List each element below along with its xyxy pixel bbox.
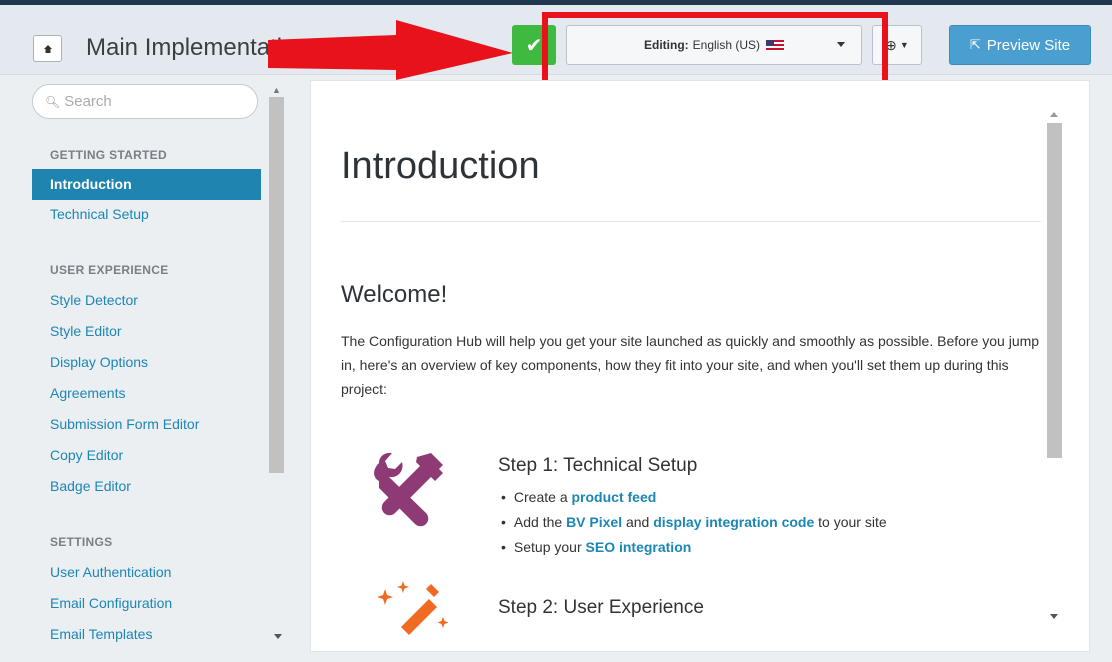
sidebar-item-copy-editor[interactable]: Copy Editor (50, 447, 123, 463)
sidebar-item-introduction[interactable]: Introduction (32, 169, 261, 200)
search-icon: 🔍︎ (45, 94, 61, 109)
preview-site-button[interactable]: ⇱ Preview Site (949, 25, 1091, 65)
title-divider (341, 221, 1041, 222)
bullet-text: Setup your (513, 539, 586, 555)
sidebar-item-technical-setup[interactable]: Technical Setup (50, 206, 149, 222)
bullet-text: Create a (513, 489, 572, 505)
main-content: Introduction Welcome! The Configuration … (310, 80, 1090, 652)
step2-title: Step 2: User Experience (498, 597, 704, 618)
welcome-heading: Welcome! (341, 281, 448, 308)
sidebar-scroll-up[interactable]: ▲ (272, 85, 281, 95)
content-scroll-up[interactable] (1050, 112, 1058, 117)
intro-paragraph: The Configuration Hub will help you get … (341, 333, 1040, 397)
preview-site-label: Preview Site (986, 36, 1071, 54)
display-integration-link[interactable]: display integration code (653, 514, 814, 530)
home-icon (43, 44, 52, 53)
step1-bullet-2: Add the BV Pixel and display integration… (501, 510, 887, 535)
sidebar-item-style-editor[interactable]: Style Editor (50, 323, 122, 339)
home-button[interactable] (33, 35, 62, 62)
chevron-down-icon: ▼ (899, 40, 909, 50)
sidebar-item-submission-form-editor[interactable]: Submission Form Editor (50, 416, 199, 432)
bullet-text: to your site (814, 514, 887, 530)
section-settings: SETTINGS (50, 535, 113, 549)
sidebar-item-badge-editor[interactable]: Badge Editor (50, 478, 131, 494)
content-title: Introduction (341, 145, 540, 187)
tools-icon (374, 452, 443, 527)
annotation-arrow (268, 20, 513, 80)
page-title: Main Implementati (86, 34, 283, 61)
sidebar-item-email-templates[interactable]: Email Templates (50, 626, 152, 642)
check-icon: ✔ (525, 34, 543, 57)
sidebar-scrollbar[interactable] (269, 97, 284, 473)
sidebar-item-email-configuration[interactable]: Email Configuration (50, 595, 172, 611)
seo-integration-link[interactable]: SEO integration (586, 539, 692, 555)
product-feed-link[interactable]: product feed (572, 489, 657, 505)
bv-pixel-link[interactable]: BV Pixel (566, 514, 622, 530)
sidebar-item-display-options[interactable]: Display Options (50, 354, 148, 370)
step1-bullet-3: Setup your SEO integration (501, 535, 887, 560)
external-link-icon: ⇱ (969, 37, 981, 52)
content-scroll-down[interactable] (1050, 614, 1058, 619)
section-user-experience: USER EXPERIENCE (50, 263, 169, 277)
sidebar-item-style-detector[interactable]: Style Detector (50, 292, 138, 308)
sidebar-item-user-authentication[interactable]: User Authentication (50, 564, 171, 580)
content-scrollbar[interactable] (1047, 123, 1062, 458)
search-input[interactable] (64, 93, 245, 110)
section-getting-started: GETTING STARTED (50, 148, 167, 162)
sidebar: 🔍︎ ▲ GETTING STARTED Introduction Techni… (0, 76, 290, 662)
step1-title: Step 1: Technical Setup (498, 455, 698, 476)
step1-list: Create a product feed Add the BV Pixel a… (501, 485, 887, 560)
step1-bullet-1: Create a product feed (501, 485, 887, 510)
bullet-text: and (622, 514, 654, 530)
sidebar-scroll-down[interactable] (274, 634, 282, 639)
magic-wand-icon (377, 581, 449, 635)
bullet-text: Add the (513, 514, 567, 530)
search-box[interactable]: 🔍︎ (32, 84, 258, 119)
sidebar-item-agreements[interactable]: Agreements (50, 385, 125, 401)
